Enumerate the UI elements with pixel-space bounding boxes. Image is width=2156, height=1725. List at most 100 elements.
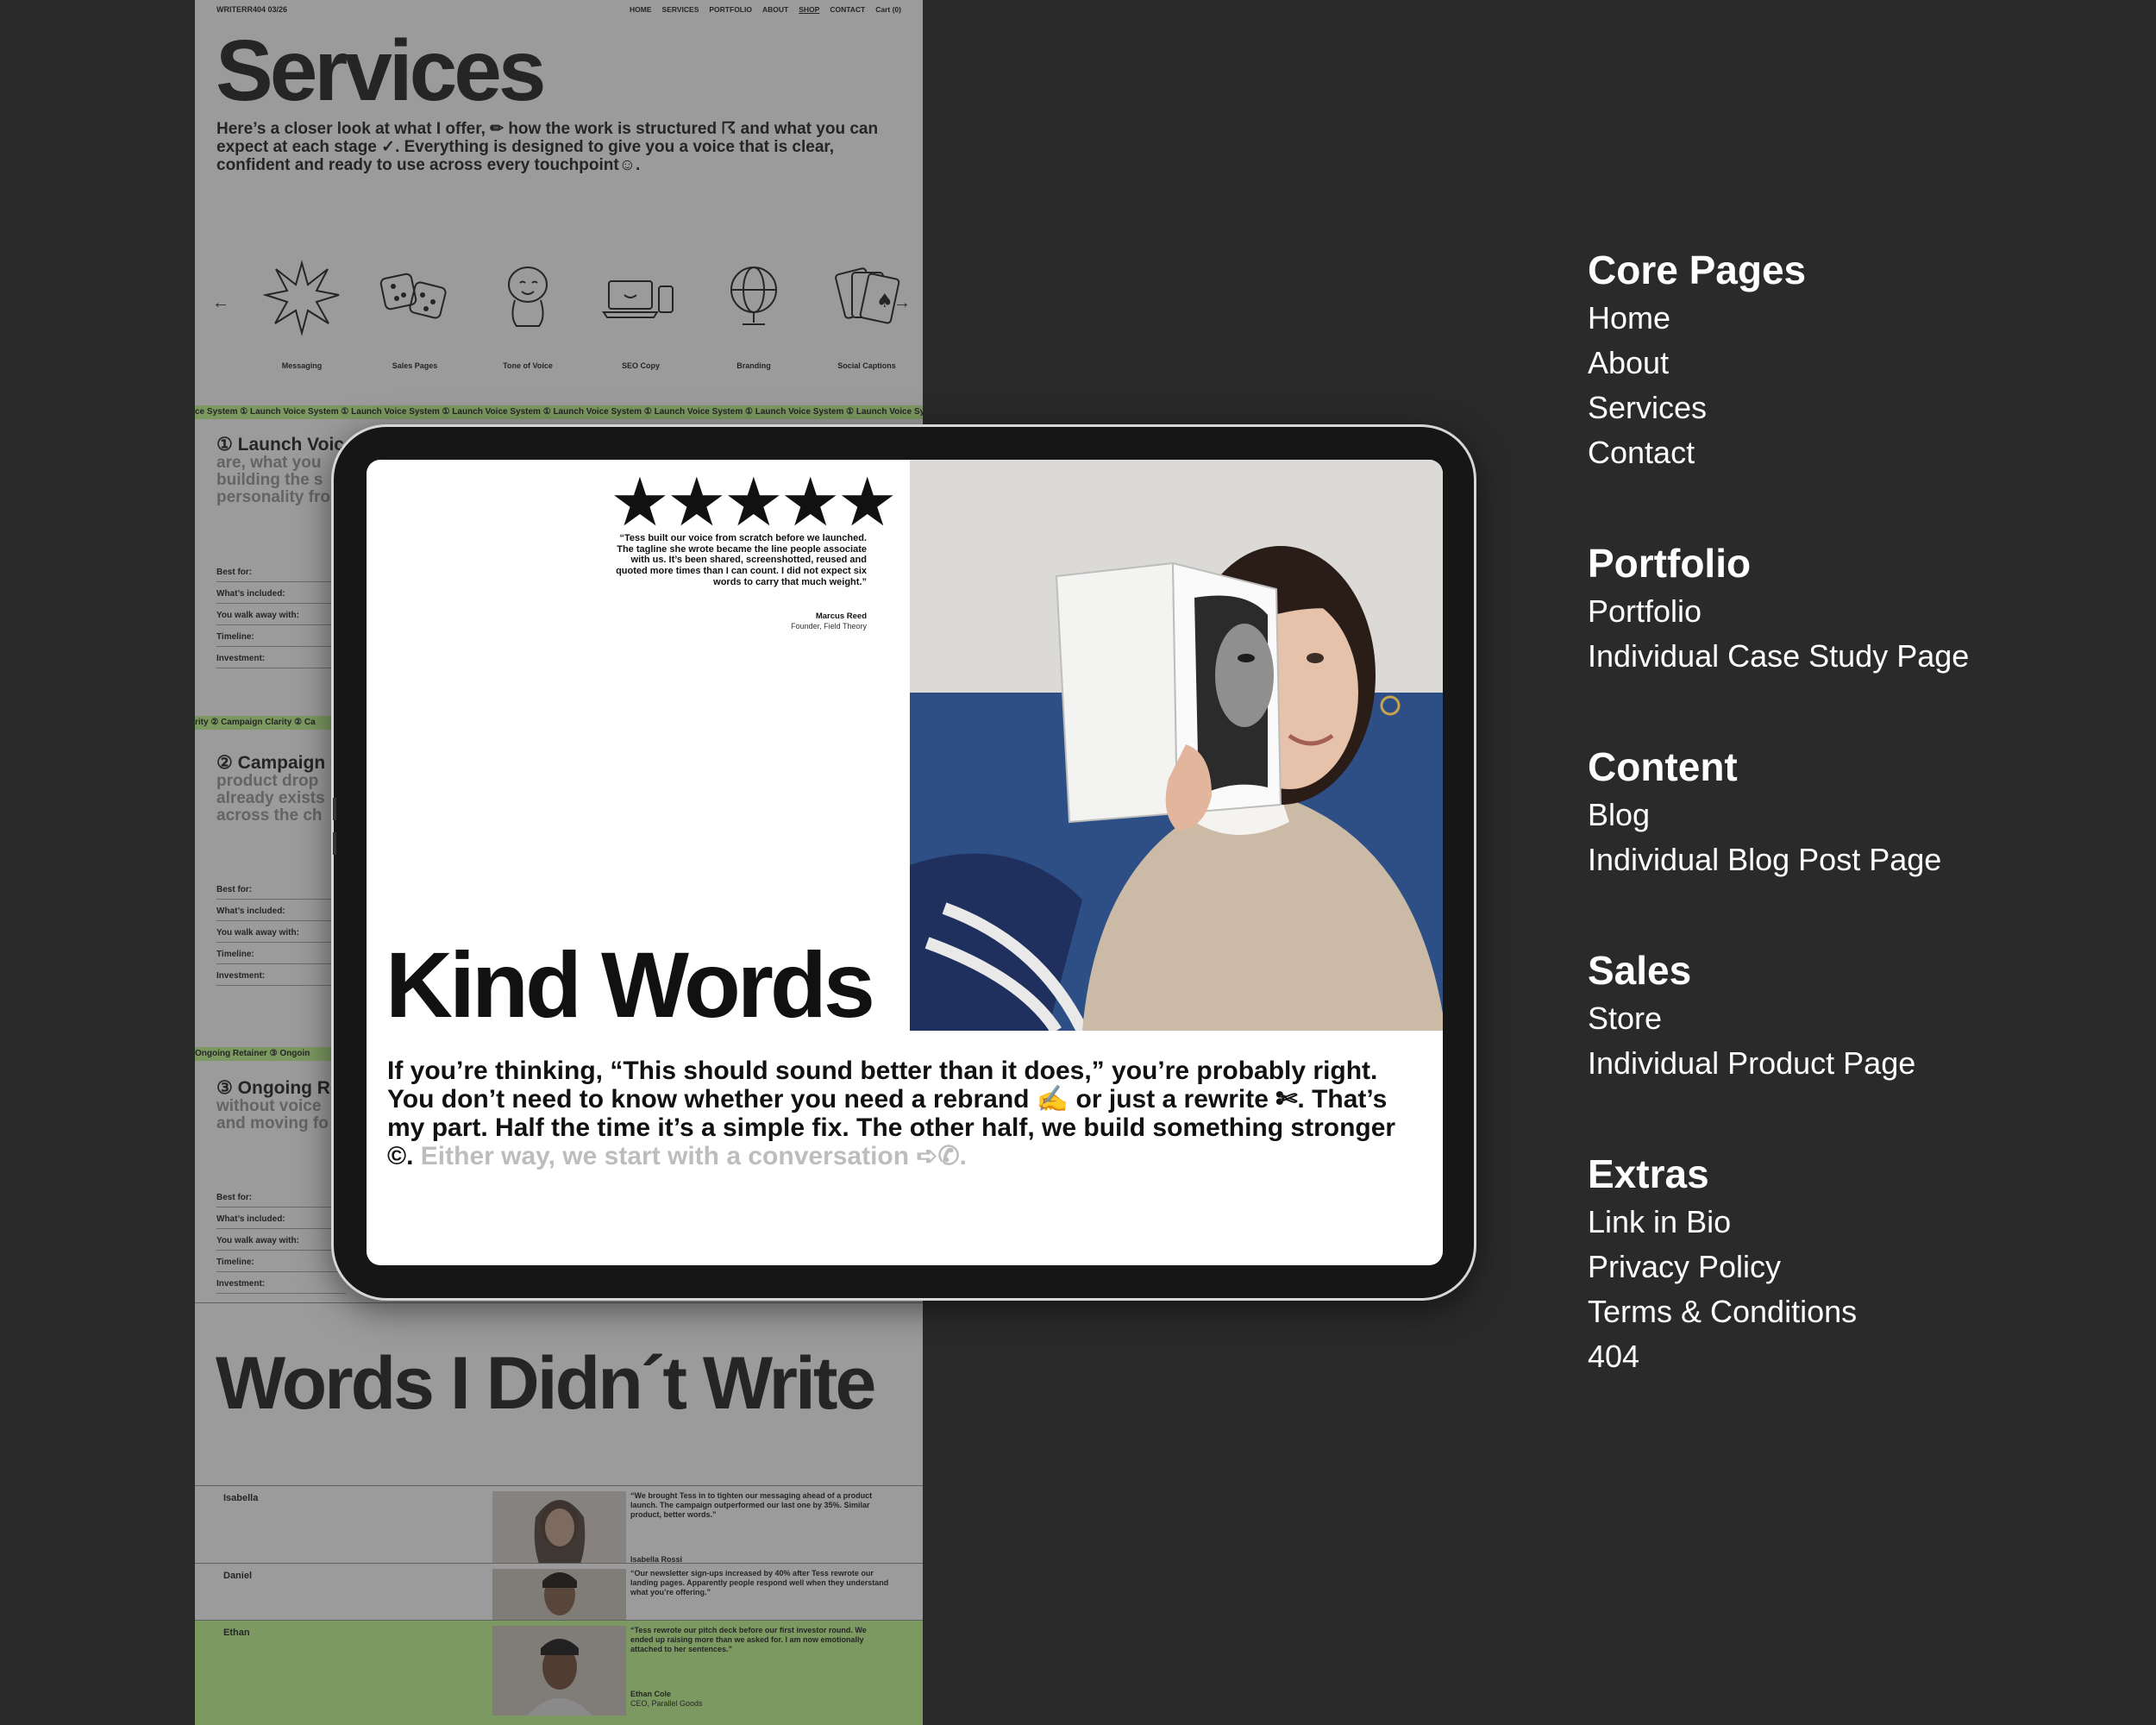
- nav-portfolio[interactable]: PORTFOLIO: [709, 5, 752, 17]
- package-title: ① Launch Voic: [216, 435, 344, 455]
- sitemap-link-about[interactable]: About: [1588, 341, 1806, 386]
- nav-about[interactable]: ABOUT: [762, 5, 788, 17]
- package-desc-line: are, what you: [216, 454, 322, 472]
- ticker-campaign-clarity: rity ② Campaign Clarity ② Ca: [195, 716, 342, 730]
- testimonial-row-highlighted: Ethan “Tess rewrote our pitch deck befor…: [195, 1620, 923, 1725]
- sitemap-heading: Extras: [1588, 1151, 1709, 1196]
- services-title: Services: [216, 22, 546, 119]
- svg-text:♠: ♠: [876, 291, 893, 312]
- sitemap-heading: Portfolio: [1588, 541, 1752, 586]
- carousel-item-branding[interactable]: Branding: [702, 259, 805, 370]
- carousel-item-sales-pages[interactable]: Sales Pages: [363, 259, 467, 370]
- review-author: Marcus Reed: [815, 612, 867, 621]
- carousel-label: Branding: [736, 361, 771, 370]
- tablet-screen: ★★★★★ “Tess built our voice from scratch…: [367, 460, 1443, 1265]
- tablet-mockup: ★★★★★ “Tess built our voice from scratch…: [331, 424, 1476, 1301]
- carousel-item-tone-of-voice[interactable]: Tone of Voice: [476, 259, 580, 370]
- carousel-label: Messaging: [281, 361, 323, 370]
- testimonial-photo: [492, 1569, 626, 1621]
- nav-services[interactable]: SERVICES: [662, 5, 699, 17]
- section-divider: [195, 1302, 923, 1303]
- sitemap-link-case-study[interactable]: Individual Case Study Page: [1588, 634, 1969, 679]
- sitemap-link-404[interactable]: 404: [1588, 1334, 1857, 1379]
- testimonial-photo: [492, 1491, 626, 1564]
- package-row-walk-away: You walk away with:: [216, 604, 346, 625]
- sitemap-link-home[interactable]: Home: [1588, 296, 1806, 341]
- sitemap-link-link-in-bio[interactable]: Link in Bio: [1588, 1200, 1857, 1245]
- package-row-best-for: Best for:: [216, 878, 346, 900]
- package-desc-line: building the s: [216, 471, 323, 489]
- character-icon: [508, 267, 548, 327]
- package-row-walk-away: You walk away with:: [216, 1229, 346, 1251]
- review-quote: “Tess built our voice from scratch befor…: [616, 533, 867, 587]
- package-row-best-for: Best for:: [216, 561, 346, 582]
- package-row-timeline: Timeline:: [216, 943, 346, 964]
- package-desc-line: and moving fo: [216, 1114, 329, 1132]
- sitemap-link-blog[interactable]: Blog: [1588, 793, 1941, 837]
- carousel-item-messaging[interactable]: Messaging: [250, 259, 354, 370]
- testimonial-row: Daniel “Our newsletter sign-ups increase…: [195, 1563, 923, 1621]
- sitemap-group-core-pages: Core Pages Home About Services Contact: [1588, 244, 1806, 475]
- testimonial-author-role: CEO, Parallel Goods: [630, 1698, 703, 1708]
- package-desc-line: personality fro: [216, 488, 330, 506]
- words-title: Words I Didn´t Write: [216, 1342, 876, 1425]
- tablet-side-button: [333, 798, 336, 820]
- sitemap-link-store[interactable]: Store: [1588, 996, 1915, 1041]
- sitemap-link-contact[interactable]: Contact: [1588, 430, 1806, 475]
- package-desc-line: without voice: [216, 1097, 322, 1115]
- testimonial-quote: “Tess rewrote our pitch deck before our …: [630, 1626, 867, 1653]
- kind-words-title: Kind Words: [385, 932, 875, 1037]
- site-brand[interactable]: WRITERR404 03/26: [216, 5, 287, 17]
- carousel-label: Sales Pages: [392, 361, 438, 370]
- ticker-launch-voice: ce System ① Launch Voice System ① Launch…: [195, 405, 923, 419]
- kind-words-body: If you’re thinking, “This should sound b…: [387, 1057, 1422, 1170]
- sitemap-group-sales: Sales Store Individual Product Page: [1588, 944, 1915, 1086]
- sitemap-heading: Sales: [1588, 948, 1692, 993]
- services-carousel: ← → Messaging Sales Pages Tone of Voice …: [195, 259, 923, 380]
- tablet-side-button: [333, 832, 336, 855]
- ticker-ongoing-retainer: Ongoing Retainer ③ Ongoin: [195, 1047, 342, 1061]
- package-row-timeline: Timeline:: [216, 625, 346, 647]
- package-title: ③ Ongoing Re: [216, 1078, 341, 1098]
- sitemap-link-privacy[interactable]: Privacy Policy: [1588, 1245, 1857, 1289]
- testimonial-photo: [492, 1626, 626, 1716]
- playing-cards-icon: ♠: [835, 267, 900, 324]
- package-desc-line: across the ch: [216, 806, 323, 825]
- package-row-included: What’s included:: [216, 900, 346, 921]
- nav-home[interactable]: HOME: [630, 5, 652, 17]
- package-row-timeline: Timeline:: [216, 1251, 346, 1272]
- sitemap-heading: Core Pages: [1588, 248, 1807, 292]
- sitemap-link-product[interactable]: Individual Product Page: [1588, 1041, 1915, 1086]
- sitemap-group-content: Content Blog Individual Blog Post Page: [1588, 741, 1941, 882]
- laptop-phone-icon: [602, 280, 674, 318]
- package-row-best-for: Best for:: [216, 1186, 346, 1208]
- package-row-included: What’s included:: [216, 582, 346, 604]
- sitemap-link-blog-post[interactable]: Individual Blog Post Page: [1588, 837, 1941, 882]
- nav-contact[interactable]: CONTACT: [830, 5, 865, 17]
- testimonial-name: Ethan: [223, 1628, 250, 1638]
- sitemap-link-terms[interactable]: Terms & Conditions: [1588, 1289, 1857, 1334]
- sitemap-link-services[interactable]: Services: [1588, 386, 1806, 430]
- nav-cart[interactable]: Cart (0): [875, 5, 901, 17]
- testimonial-name: Daniel: [223, 1571, 253, 1581]
- package-row-walk-away: You walk away with:: [216, 921, 346, 943]
- testimonial-author: Ethan Cole CEO, Parallel Goods: [630, 1690, 703, 1709]
- testimonial-quote: “Our newsletter sign-ups increased by 40…: [630, 1569, 889, 1596]
- nav-shop[interactable]: SHOP: [799, 5, 819, 17]
- dice-icon: [379, 273, 447, 319]
- review-author-role: Founder, Field Theory: [791, 622, 867, 630]
- kind-words-cta-text[interactable]: Either way, we start with a conversation…: [421, 1142, 967, 1170]
- package-row-included: What’s included:: [216, 1208, 346, 1229]
- sitemap-group-portfolio: Portfolio Portfolio Individual Case Stud…: [1588, 537, 1969, 679]
- package-row-investment: Investment:: [216, 964, 346, 986]
- package-title: ② Campaign C: [216, 753, 344, 773]
- sitemap-group-extras: Extras Link in Bio Privacy Policy Terms …: [1588, 1148, 1857, 1379]
- testimonial-name: Isabella: [223, 1493, 259, 1503]
- carousel-prev-button[interactable]: ←: [212, 293, 229, 313]
- globe-icon: [730, 267, 777, 325]
- sitemap-link-portfolio[interactable]: Portfolio: [1588, 589, 1969, 634]
- carousel-item-seo-copy[interactable]: SEO Copy: [589, 259, 693, 370]
- package-row-investment: Investment:: [216, 1272, 346, 1294]
- carousel-label: Social Captions: [837, 361, 896, 370]
- carousel-item-social-captions[interactable]: ♠ Social Captions: [815, 259, 918, 370]
